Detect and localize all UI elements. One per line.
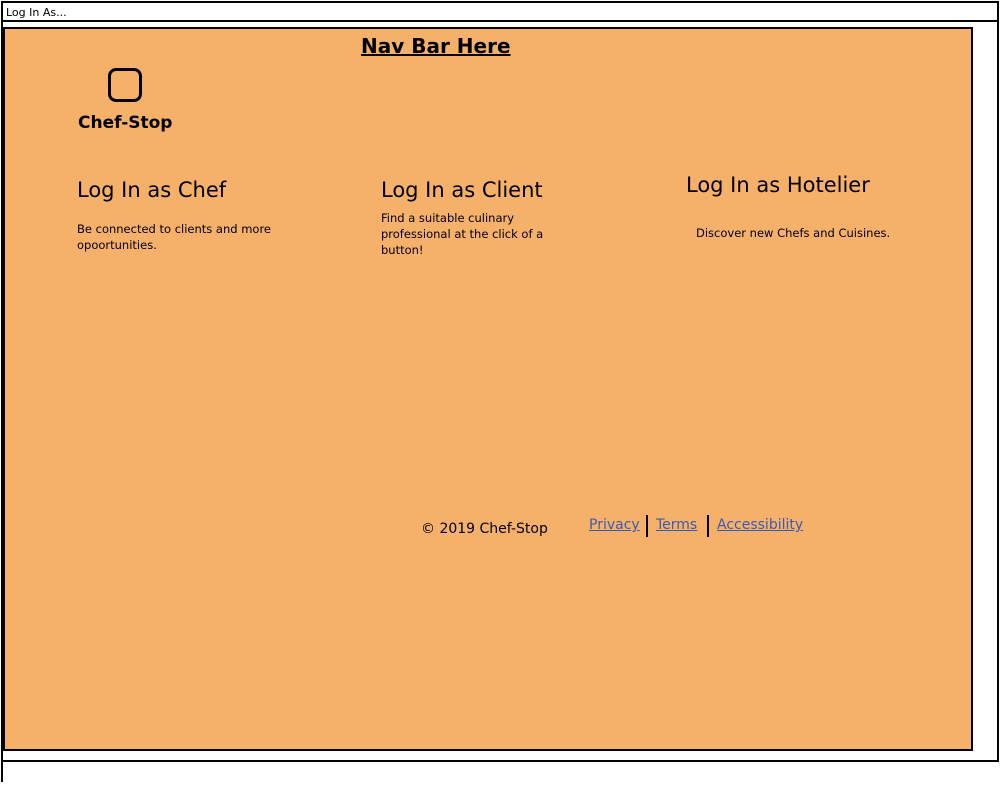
copyright-text: © 2019 Chef-Stop (421, 521, 548, 537)
footer-divider (707, 515, 709, 537)
login-hotelier-description: Discover new Chefs and Cuisines. (696, 226, 891, 240)
login-chef-description: Be connected to clients and more opoortu… (77, 222, 272, 252)
window-title: Log In As... (6, 6, 67, 19)
privacy-link[interactable]: Privacy (589, 517, 640, 533)
terms-link[interactable]: Terms (656, 517, 697, 533)
logo-text[interactable]: Chef-Stop (78, 113, 172, 133)
accessibility-link[interactable]: Accessibility (717, 517, 803, 533)
login-client-description: Find a suitable culinary professional at… (381, 211, 544, 257)
login-chef-heading[interactable]: Log In as Chef (77, 178, 226, 202)
login-client-heading[interactable]: Log In as Client (381, 178, 543, 202)
nav-bar-placeholder[interactable]: Nav Bar Here (361, 34, 511, 58)
logo-icon[interactable] (108, 68, 142, 102)
bottom-bar (3, 760, 999, 783)
title-bar: Log In As... (3, 3, 999, 22)
content-area (3, 27, 973, 751)
login-hotelier-heading[interactable]: Log In as Hotelier (686, 173, 870, 197)
footer-divider (646, 515, 648, 537)
